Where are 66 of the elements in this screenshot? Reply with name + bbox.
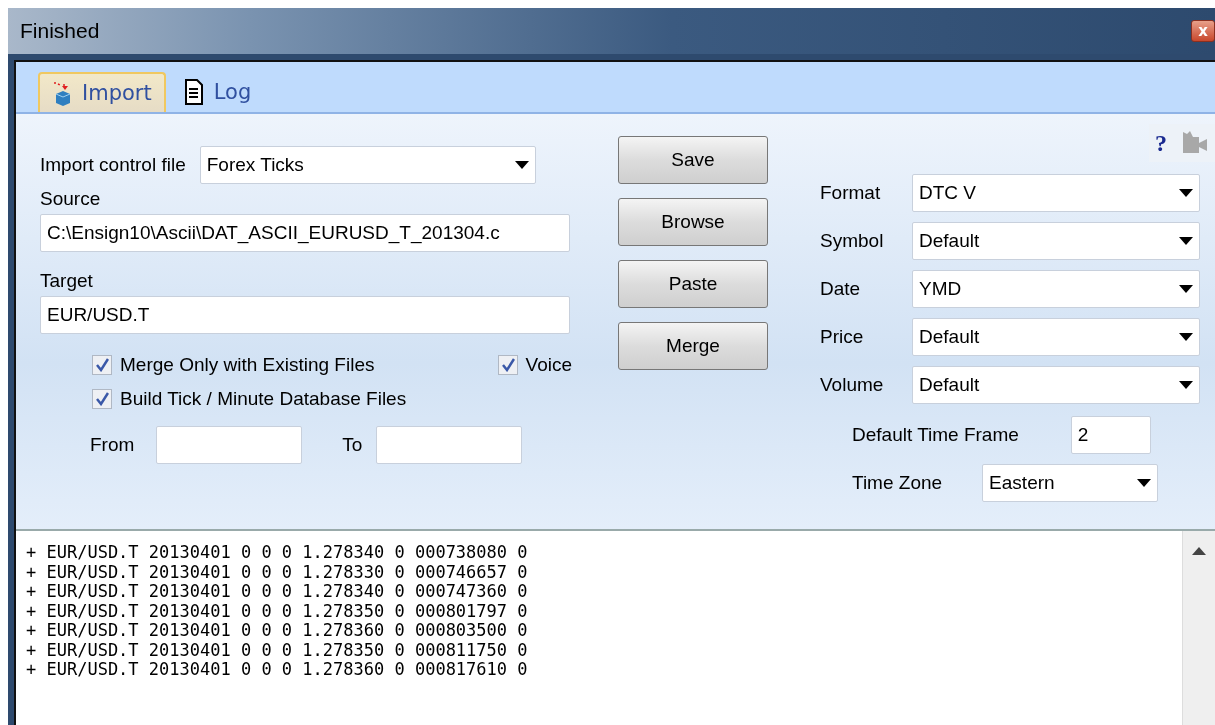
checkbox[interactable] — [92, 355, 112, 375]
source-field[interactable]: C:\Ensign10\Ascii\DAT_ASCII_EURUSD_T_201304.c — [40, 214, 570, 252]
checkbox-label: Voice — [525, 354, 572, 376]
field-label: Date — [820, 278, 862, 300]
checkbox[interactable] — [497, 355, 518, 375]
field-label: Symbol — [820, 230, 885, 252]
checkbox-label: Build Tick / Minute Database Files — [120, 388, 407, 410]
checkmark-icon — [500, 358, 515, 372]
log-line: + EUR/USD.T 20130401 0 0 0 1.278360 0 000817610 0 — [26, 660, 529, 680]
field-label: Volume — [820, 374, 885, 396]
button[interactable]: Save — [618, 136, 768, 184]
button[interactable]: Browse — [618, 198, 768, 246]
document-icon — [183, 79, 204, 105]
to-field[interactable] — [376, 426, 523, 464]
combo-value: Default — [919, 326, 980, 348]
target-field[interactable]: EUR/USD.T — [40, 296, 570, 334]
scrollbar[interactable] — [1182, 531, 1215, 725]
log-line: + EUR/USD.T 20130401 0 0 0 1.278340 0 000738080 0 — [26, 543, 529, 563]
caret-icon — [514, 161, 529, 169]
field-label: Price — [820, 326, 865, 348]
combo-value: Default — [919, 230, 980, 252]
from-field[interactable] — [156, 426, 303, 464]
dropdown[interactable]: Default — [912, 366, 1200, 404]
help-icon[interactable]: ? — [1155, 129, 1167, 157]
caret-icon — [1179, 237, 1193, 245]
dropdown[interactable]: Default — [912, 318, 1200, 356]
import-control-dropdown[interactable]: Forex Ticks — [199, 146, 536, 184]
log-line: + EUR/USD.T 20130401 0 0 0 1.278350 0 000801797 0 — [26, 601, 529, 621]
caret-icon — [1179, 381, 1193, 389]
combo-value: Forex Ticks — [206, 154, 304, 176]
combo-value: YMD — [919, 278, 962, 300]
field-label: From — [90, 434, 135, 456]
caret-icon — [1179, 285, 1193, 293]
combo-value: DTC V — [919, 182, 976, 204]
log-line: + EUR/USD.T 20130401 0 0 0 1.278340 0 000747360 0 — [26, 582, 529, 602]
checkbox[interactable] — [92, 389, 112, 409]
combo-value: Eastern — [989, 472, 1055, 494]
caret-icon — [1179, 189, 1193, 197]
cube-icon — [52, 80, 72, 106]
dropdown[interactable]: YMD — [912, 270, 1200, 308]
log-line: + EUR/USD.T 20130401 0 0 0 1.278350 0 000811750 0 — [26, 640, 529, 660]
dropdown[interactable]: DTC V — [912, 174, 1200, 212]
combo-value: Default — [919, 374, 980, 396]
dropdown[interactable]: Default — [912, 222, 1200, 260]
caret-icon — [1179, 333, 1193, 341]
log-line: + EUR/USD.T 20130401 0 0 0 1.278360 0 000803500 0 — [26, 621, 529, 641]
tab[interactable]: Log — [171, 72, 264, 112]
field-label: Import control file — [40, 154, 186, 176]
tab[interactable]: Import — [38, 72, 166, 112]
window-title: Finished — [20, 19, 100, 43]
field-label: Target — [40, 270, 93, 292]
log-line: + EUR/USD.T 20130401 0 0 0 1.278330 0 000746657 0 — [26, 562, 529, 582]
checkmark-icon — [95, 358, 109, 372]
checkmark-icon — [95, 392, 109, 406]
button[interactable]: Merge — [618, 322, 768, 370]
time-frame-field[interactable]: 2 — [1070, 416, 1151, 454]
field-label: To — [342, 434, 363, 456]
time-zone-dropdown[interactable]: Eastern — [982, 464, 1159, 502]
field-label: Format — [820, 182, 882, 204]
checkbox-label: Merge Only with Existing Files — [120, 354, 375, 376]
field-label: Source — [40, 188, 101, 210]
caret-icon — [1137, 479, 1152, 487]
button[interactable]: Paste — [618, 260, 768, 308]
field-label: Time Zone — [852, 472, 943, 494]
field-label: Default Time Frame — [852, 424, 1019, 446]
scroll-up-icon — [1192, 547, 1206, 555]
